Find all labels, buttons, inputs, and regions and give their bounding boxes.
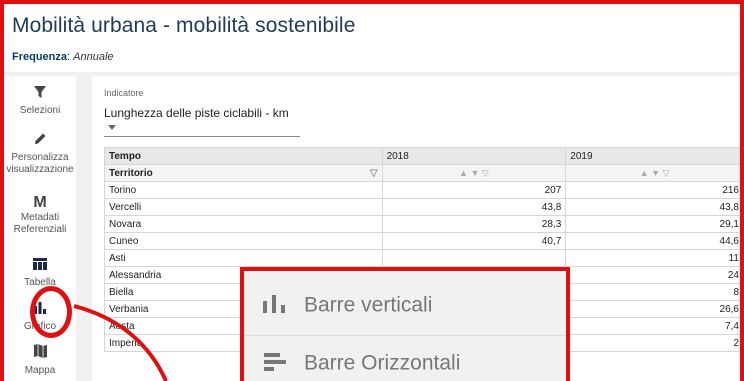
annotation-arrow [73, 304, 168, 381]
